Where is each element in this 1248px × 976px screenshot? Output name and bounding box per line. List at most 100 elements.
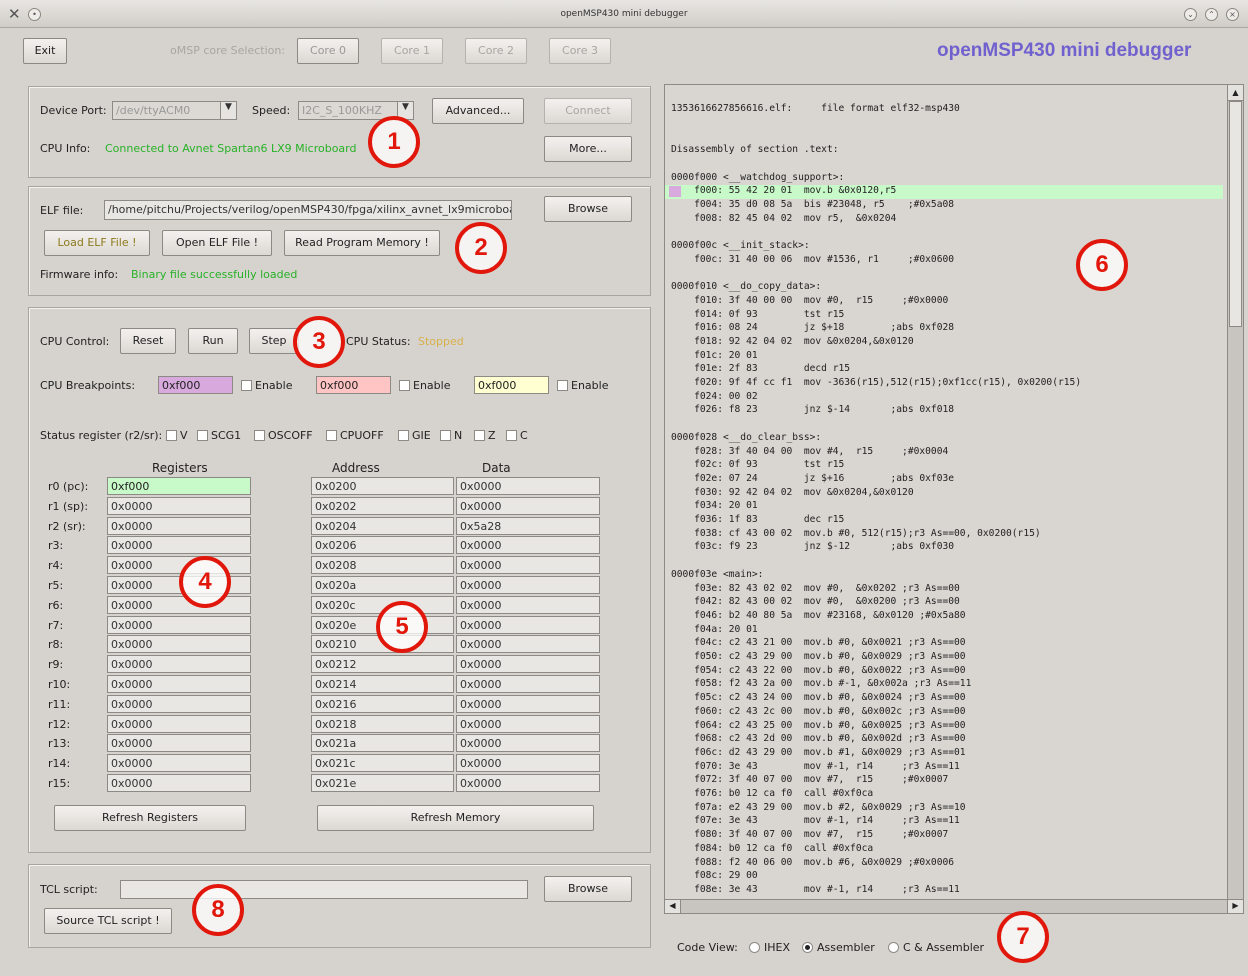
code-line[interactable]: f024: 00 02 [671,391,758,405]
sr-flag-scg1-checkbox[interactable] [197,430,208,441]
code-line[interactable]: f016: 08 24 jz $+18 ;abs 0xf028 [671,322,954,336]
code-line[interactable]: f000: 55 42 20 01 mov.b &0x0120,r5 [665,185,1223,199]
code-line[interactable]: f03c: f9 23 jnz $-12 ;abs 0xf030 [671,541,954,555]
code-line[interactable]: f05c: c2 43 24 00 mov.b #0, &0x0024 ;r3 … [671,692,965,706]
breakpoint-3-enable-checkbox[interactable] [557,380,568,391]
code-line[interactable]: 0000f00c <__init_stack>: [671,240,810,254]
code-line[interactable]: f068: c2 43 2d 00 mov.b #0, &0x002d ;r3 … [671,733,965,747]
sr-flag-c-checkbox[interactable] [506,430,517,441]
code-line[interactable]: f01c: 20 01 [671,350,758,364]
register-value[interactable]: 0x0000 [107,596,251,614]
memory-data[interactable]: 0x0000 [456,715,600,733]
maximize-icon[interactable]: ⌃ [1205,8,1218,21]
register-value[interactable]: 0x0000 [107,497,251,515]
code-line[interactable]: f080: 3f 40 07 00 mov #7, r15 ;#0x0007 [671,829,948,843]
scroll-up-icon[interactable]: ▲ [1228,85,1243,101]
code-line[interactable]: 0000f010 <__do_copy_data>: [671,281,821,295]
minimize-icon[interactable]: ⌄ [1184,8,1197,21]
register-value[interactable]: 0x0000 [107,734,251,752]
breakpoint-3-input[interactable]: 0xf000 [474,376,549,394]
sr-flag-cpuoff-checkbox[interactable] [326,430,337,441]
code-line[interactable]: 0000f000 <__watchdog_support>: [671,172,844,186]
code-line[interactable]: f020: 9f 4f cc f1 mov -3636(r15),512(r15… [671,377,1081,391]
code-line[interactable]: f058: f2 43 2a 00 mov.b #-1, &0x002a ;r3… [671,678,971,692]
memory-data[interactable]: 0x5a28 [456,517,600,535]
elf-path-input[interactable]: /home/pitchu/Projects/verilog/openMSP430… [104,200,512,220]
memory-address[interactable]: 0x0200 [311,477,454,495]
connect-button[interactable]: Connect [544,98,632,124]
code-line[interactable]: 0000f028 <__do_clear_bss>: [671,432,821,446]
code-line[interactable]: f07e: 3e 43 mov #-1, r14 ;r3 As==11 [671,815,960,829]
elf-browse-button[interactable]: Browse [544,196,632,222]
core-3-button[interactable]: Core 3 [549,38,611,64]
code-line[interactable]: f02c: 0f 93 tst r15 [671,459,844,473]
memory-address[interactable]: 0x0206 [311,536,454,554]
register-value[interactable]: 0x0000 [107,695,251,713]
breakpoint-2-input[interactable]: 0xf000 [316,376,391,394]
code-line[interactable]: f02e: 07 24 jz $+16 ;abs 0xf03e [671,473,954,487]
view-c-assembler-radio[interactable] [888,942,899,953]
code-line[interactable]: f08e: 3e 43 mov #-1, r14 ;r3 As==11 [671,884,960,898]
code-line[interactable]: f046: b2 40 80 5a mov #23168, &0x0120 ;#… [671,610,965,624]
register-value[interactable]: 0x0000 [107,774,251,792]
read-program-memory-button[interactable]: Read Program Memory ! [284,230,440,256]
breakpoint-1-input[interactable]: 0xf000 [158,376,233,394]
register-value[interactable]: 0x0000 [107,635,251,653]
sr-flag-gie-checkbox[interactable] [398,430,409,441]
code-line[interactable]: f08c: 29 00 [671,870,758,884]
memory-data[interactable]: 0x0000 [456,635,600,653]
view-assembler-radio[interactable] [802,942,813,953]
chevron-down-icon[interactable]: ▼ [220,102,236,119]
code-line[interactable]: f00c: 31 40 00 06 mov #1536, r1 ;#0x0600 [671,254,954,268]
code-line[interactable]: f036: 1f 83 dec r15 [671,514,844,528]
close-icon[interactable]: × [1226,8,1239,21]
memory-address[interactable]: 0x0218 [311,715,454,733]
memory-data[interactable]: 0x0000 [456,774,600,792]
register-value[interactable]: 0x0000 [107,754,251,772]
core-1-button[interactable]: Core 1 [381,38,443,64]
scrollbar-thumb[interactable] [1229,101,1242,327]
code-line[interactable]: 1353616627856616.elf: file format elf32-… [671,103,960,117]
memory-address[interactable]: 0x0204 [311,517,454,535]
code-line[interactable]: f084: b0 12 ca f0 call #0xf0ca [671,843,873,857]
memory-data[interactable]: 0x0000 [456,596,600,614]
memory-address[interactable]: 0x021c [311,754,454,772]
refresh-memory-button[interactable]: Refresh Memory [317,805,594,831]
code-line[interactable]: f03e: 82 43 02 02 mov #0, &0x0202 ;r3 As… [671,583,960,597]
memory-data[interactable]: 0x0000 [456,556,600,574]
scroll-right-icon[interactable]: ▶ [1227,900,1243,913]
sr-flag-n-checkbox[interactable] [440,430,451,441]
memory-data[interactable]: 0x0000 [456,675,600,693]
code-line[interactable]: f034: 20 01 [671,500,758,514]
device-port-select[interactable]: /dev/ttyACM0 ▼ [112,101,237,120]
code-line[interactable]: f004: 35 d0 08 5a bis #23048, r5 ;#0x5a0… [671,199,954,213]
code-line[interactable]: f072: 3f 40 07 00 mov #7, r15 ;#0x0007 [671,774,948,788]
code-line[interactable]: f04a: 20 01 [671,624,758,638]
memory-data[interactable]: 0x0000 [456,695,600,713]
breakpoint-1-enable-checkbox[interactable] [241,380,252,391]
code-line[interactable]: f064: c2 43 25 00 mov.b #0, &0x0025 ;r3 … [671,720,965,734]
memory-data[interactable]: 0x0000 [456,536,600,554]
refresh-registers-button[interactable]: Refresh Registers [54,805,246,831]
register-value[interactable]: 0x0000 [107,616,251,634]
code-line[interactable]: f054: c2 43 22 00 mov.b #0, &0x0022 ;r3 … [671,665,965,679]
memory-data[interactable]: 0x0000 [456,734,600,752]
code-line[interactable]: f030: 92 42 04 02 mov &0x0204,&0x0120 [671,487,914,501]
memory-address[interactable]: 0x0212 [311,655,454,673]
register-value[interactable]: 0x0000 [107,675,251,693]
tcl-script-input[interactable] [120,880,528,899]
sr-flag-z-checkbox[interactable] [474,430,485,441]
code-line[interactable]: f060: c2 43 2c 00 mov.b #0, &0x002c ;r3 … [671,706,965,720]
code-line[interactable]: f008: 82 45 04 02 mov r5, &0x0204 [671,213,896,227]
code-line[interactable]: f038: cf 43 00 02 mov.b #0, 512(r15);r3 … [671,528,1041,542]
more-button[interactable]: More... [544,136,632,162]
horizontal-scrollbar[interactable]: ◀ ▶ [665,899,1243,913]
disassembly-view[interactable]: 1353616627856616.elf: file format elf32-… [664,84,1244,914]
core-0-button[interactable]: Core 0 [297,38,359,64]
code-line[interactable]: f070: 3e 43 mov #-1, r14 ;r3 As==11 [671,761,960,775]
scroll-left-icon[interactable]: ◀ [665,900,681,913]
register-value[interactable]: 0x0000 [107,556,251,574]
source-tcl-button[interactable]: Source TCL script ! [44,908,172,934]
core-2-button[interactable]: Core 2 [465,38,527,64]
exit-button[interactable]: Exit [23,38,67,64]
